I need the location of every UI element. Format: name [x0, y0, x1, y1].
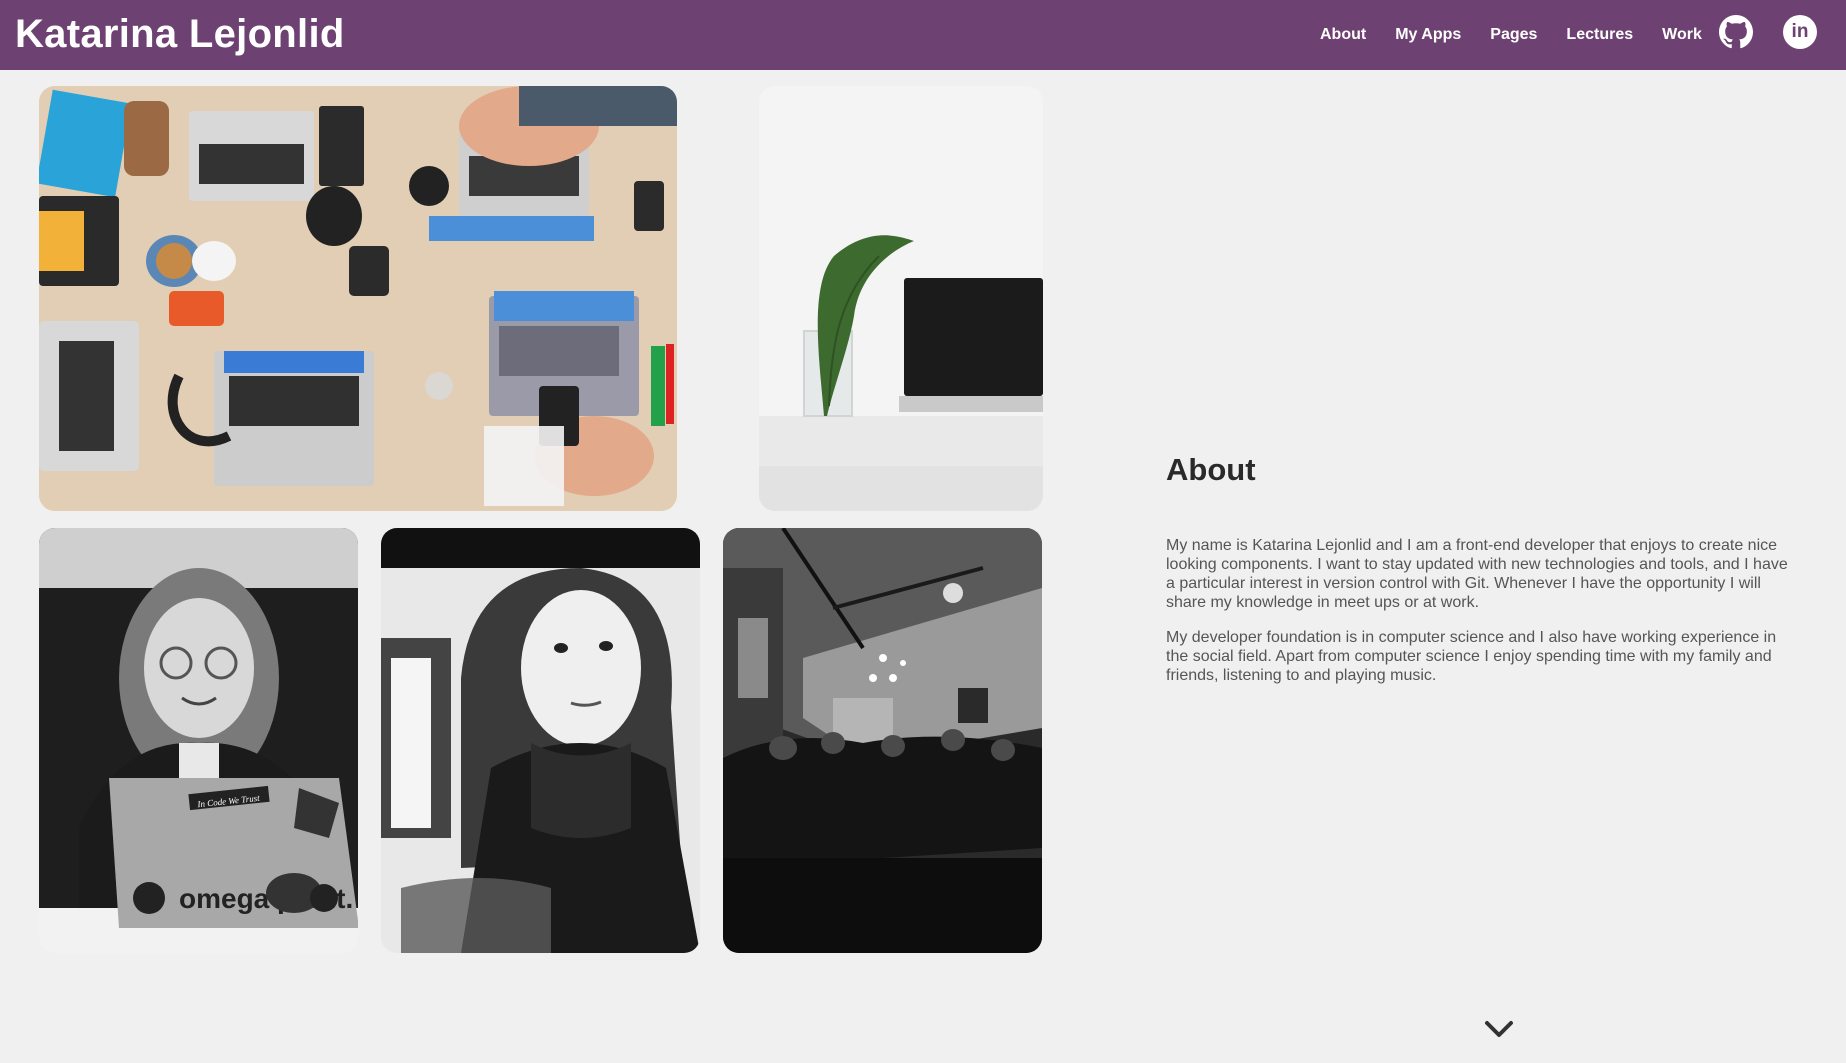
desk-with-laptops-photo: [39, 86, 677, 511]
about-paragraph-2: My developer foundation is in computer s…: [1166, 629, 1777, 684]
top-navbar: Katarina Lejonlid About My Apps Pages Le…: [0, 0, 1846, 70]
github-link[interactable]: [1719, 15, 1753, 49]
nav-about[interactable]: About: [1320, 0, 1366, 70]
nav-my-apps[interactable]: My Apps: [1395, 0, 1461, 70]
woman-portrait-photo: [381, 528, 700, 953]
nav-pages[interactable]: Pages: [1490, 0, 1537, 70]
plant-and-laptop-photo: [759, 86, 1043, 511]
about-section: About My name is Katarina Lejonlid and I…: [1166, 452, 1796, 701]
linkedin-link[interactable]: in: [1783, 15, 1817, 49]
audience-room-photo: [723, 528, 1042, 953]
about-heading: About: [1166, 452, 1256, 487]
woman-with-laptop-photo: In Code We Trust omega point.: [39, 528, 358, 953]
linkedin-icon: in: [1783, 15, 1817, 49]
nav-work[interactable]: Work: [1662, 0, 1702, 70]
github-icon: [1719, 15, 1753, 49]
main-nav: About My Apps Pages Lectures Work: [1320, 0, 1731, 70]
nav-lectures[interactable]: Lectures: [1566, 0, 1633, 70]
site-brand[interactable]: Katarina Lejonlid: [15, 10, 345, 58]
chevron-down-icon[interactable]: [1484, 1020, 1514, 1038]
about-paragraph-1: My name is Katarina Lejonlid and I am a …: [1166, 537, 1788, 611]
